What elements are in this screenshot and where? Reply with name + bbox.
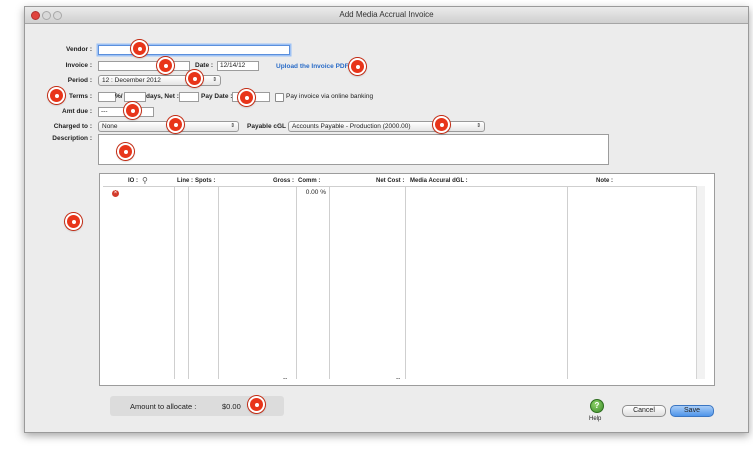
column-spots: Spots : [195, 178, 216, 184]
terms-percent-separator: %/ [115, 93, 123, 100]
amount-to-allocate-value: $0.00 [222, 402, 241, 411]
save-button[interactable]: Save [670, 405, 714, 417]
online-banking-checkbox[interactable] [275, 93, 284, 102]
select-arrows-icon: ⇕ [476, 123, 481, 129]
title-bar: Add Media Accrual Invoice [25, 7, 748, 24]
column-io: IO : [128, 178, 138, 184]
amt-due-label: Amt due : [62, 108, 92, 115]
help-label: Help [589, 416, 602, 422]
days-net-label: days, Net : [146, 93, 179, 100]
annotation-marker [124, 102, 141, 119]
annotation-marker [48, 87, 65, 104]
online-banking-label: Pay invoice via online banking [286, 93, 374, 100]
charged-to-label: Charged to : [53, 123, 92, 130]
column-gross: Gross : [272, 178, 294, 184]
table-scrollbar[interactable] [696, 186, 705, 379]
annotation-marker [238, 89, 255, 106]
annotation-marker [349, 58, 366, 75]
vendor-label: Vendor : [65, 46, 92, 53]
column-divider [296, 186, 297, 379]
annotation-marker [117, 143, 134, 160]
upload-invoice-pdf-link[interactable]: Upload the Invoice PDF [276, 63, 349, 70]
dialog-window: Add Media Accrual Invoice Vendor : Invoi… [24, 6, 749, 433]
annotation-marker [65, 213, 82, 230]
column-divider [188, 186, 189, 379]
terms-days-input[interactable] [124, 92, 146, 102]
annotation-marker [167, 116, 184, 133]
invoice-label: Invoice : [65, 62, 92, 69]
terms-percent-input[interactable] [98, 92, 116, 102]
search-icon[interactable]: ⚲ [142, 176, 148, 185]
pay-date-label: Pay Date : [201, 93, 233, 100]
header-divider [103, 186, 703, 187]
select-arrows-icon: ⇕ [212, 77, 217, 83]
annotation-marker [186, 70, 203, 87]
amount-to-allocate-label: Amount to allocate : [130, 402, 197, 411]
cancel-button[interactable]: Cancel [622, 405, 666, 417]
vendor-input[interactable] [98, 45, 290, 55]
column-net-cost: Net Cost : [376, 178, 405, 184]
period-select-value: 12 : December 2012 [102, 77, 161, 84]
column-divider [329, 186, 330, 379]
invoice-input[interactable] [98, 61, 190, 71]
period-label: Period : [67, 77, 92, 84]
payable-cgl-value: Accounts Payable - Production (2000.00) [292, 123, 411, 130]
charged-to-value: None [102, 123, 118, 130]
annotation-marker [131, 40, 148, 57]
delete-row-icon[interactable]: × [112, 190, 119, 197]
annotation-marker [157, 57, 174, 74]
annotation-marker [248, 396, 265, 413]
column-divider [405, 186, 406, 379]
total-gross: -- [283, 375, 288, 382]
column-divider [218, 186, 219, 379]
date-label: Date : [195, 62, 214, 69]
date-input[interactable]: 12/14/12 [217, 61, 259, 71]
total-net-cost: -- [396, 375, 401, 382]
column-note: Note : [596, 178, 613, 184]
window-title: Add Media Accrual Invoice [339, 10, 434, 19]
row-comm-value: 0.00 % [305, 189, 326, 196]
select-arrows-icon: ⇕ [230, 123, 235, 129]
accrual-lines-table: IO : ⚲ Line : Spots : Gross : Comm : Net… [99, 173, 715, 386]
column-divider [567, 186, 568, 379]
description-textarea[interactable] [98, 134, 609, 165]
payable-cgl-select[interactable]: Accounts Payable - Production (2000.00) … [288, 121, 485, 132]
net-days-input[interactable] [179, 92, 199, 102]
column-line: Line : [177, 178, 193, 184]
column-comm: Comm : [298, 178, 321, 184]
payable-cgl-label: Payable cGL : [247, 123, 290, 130]
annotation-marker [433, 116, 450, 133]
column-divider [174, 186, 175, 379]
help-icon[interactable]: ? [590, 399, 604, 413]
column-media-accrual-dgl: Media Accural dGL : [410, 178, 468, 184]
description-label: Description : [52, 135, 92, 142]
